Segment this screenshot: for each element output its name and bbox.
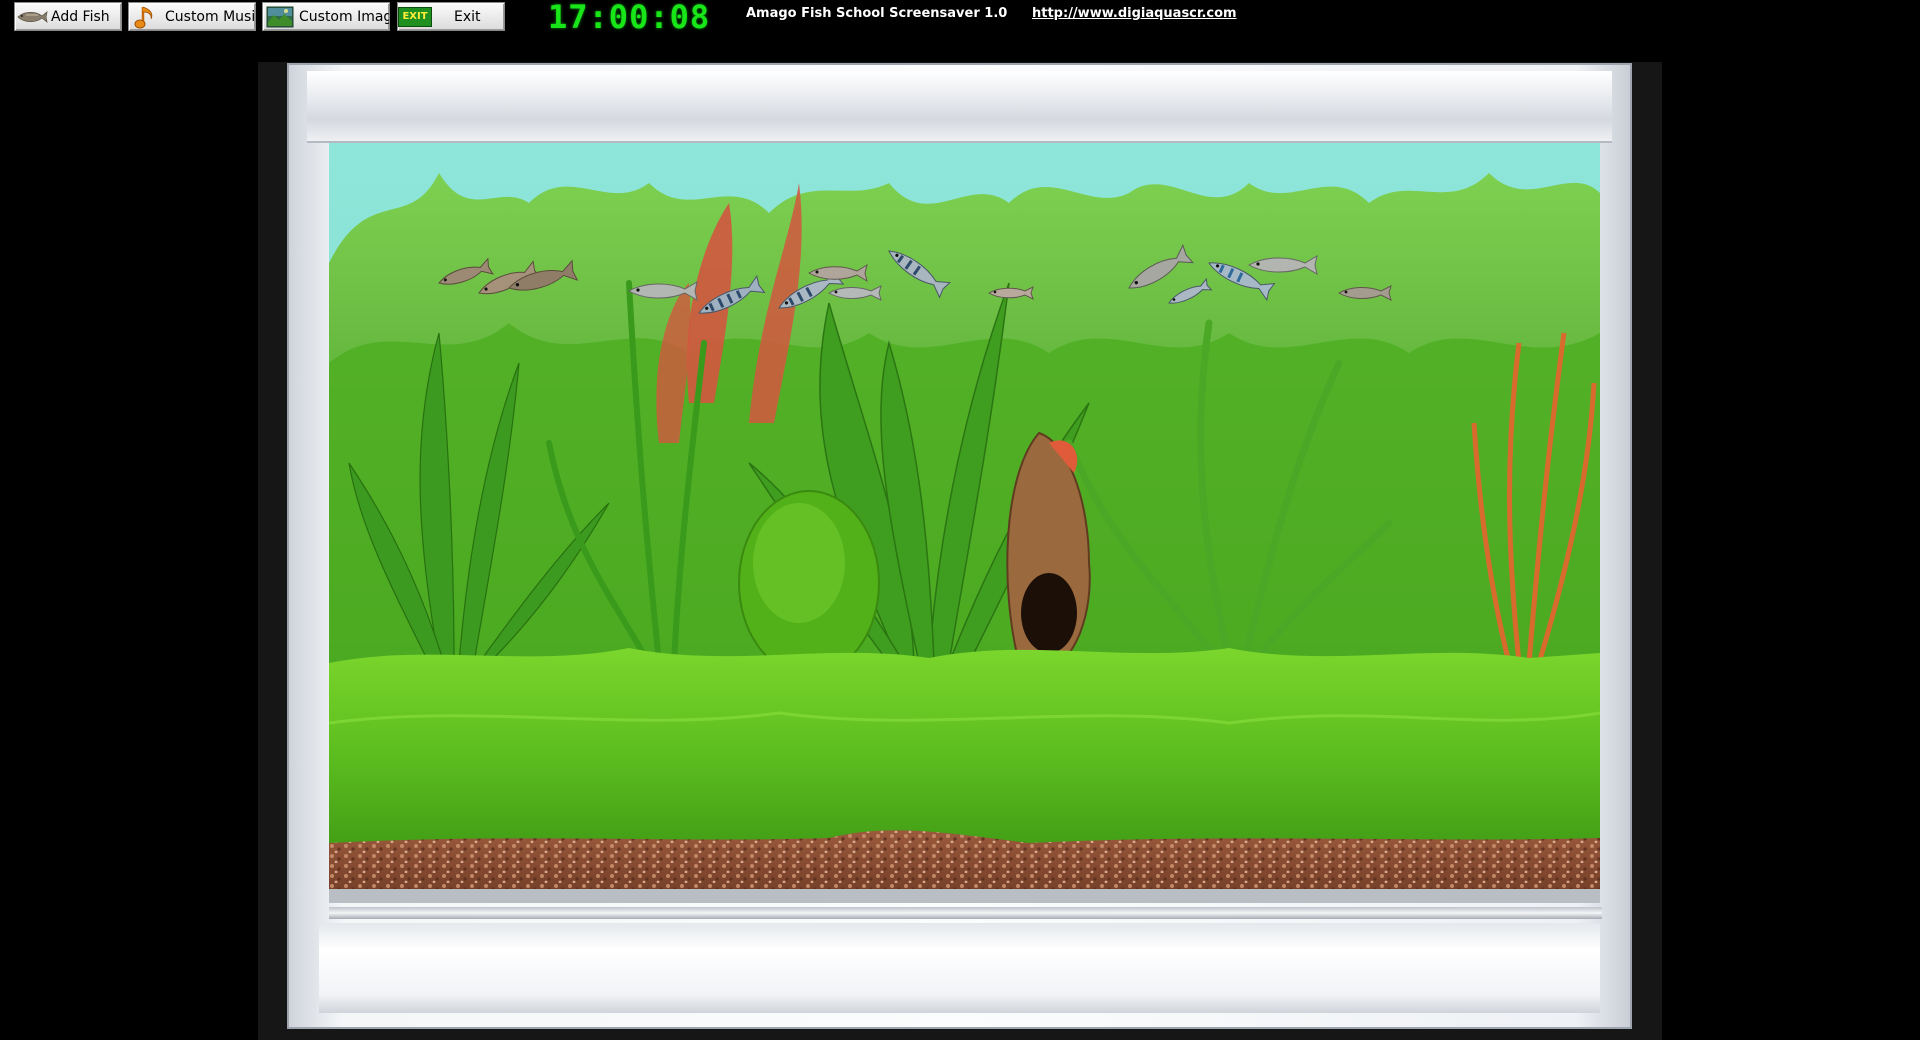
moss-carpet	[329, 648, 1600, 863]
add-fish-label: Add Fish	[51, 8, 110, 25]
exit-icon-text: EXIT	[398, 6, 432, 27]
digital-clock: 17:00:08	[548, 0, 711, 36]
aquarium-stand	[319, 923, 1600, 1013]
exit-icon: EXIT	[398, 4, 432, 29]
aquarium-scene-art	[329, 143, 1600, 903]
custom-music-button[interactable]: Custom Music	[128, 2, 256, 31]
exit-label: Exit	[454, 8, 481, 25]
aquarium-hood	[307, 71, 1612, 143]
aquarium-scene	[329, 143, 1600, 903]
app-title: Amago Fish School Screensaver 1.0	[746, 6, 1008, 21]
custom-image-label: Custom Image	[299, 8, 389, 25]
exit-button[interactable]: EXIT Exit	[397, 2, 505, 31]
website-link[interactable]: http://www.digiaquascr.com	[1032, 6, 1237, 21]
custom-music-label: Custom Music	[165, 8, 256, 25]
custom-image-button[interactable]: Custom Image	[262, 2, 390, 31]
add-fish-button[interactable]: Add Fish	[14, 2, 122, 31]
fish-icon	[15, 4, 49, 29]
music-note-icon	[129, 4, 163, 29]
aquarium-lip	[329, 907, 1602, 919]
landscape-image-icon	[263, 4, 297, 29]
